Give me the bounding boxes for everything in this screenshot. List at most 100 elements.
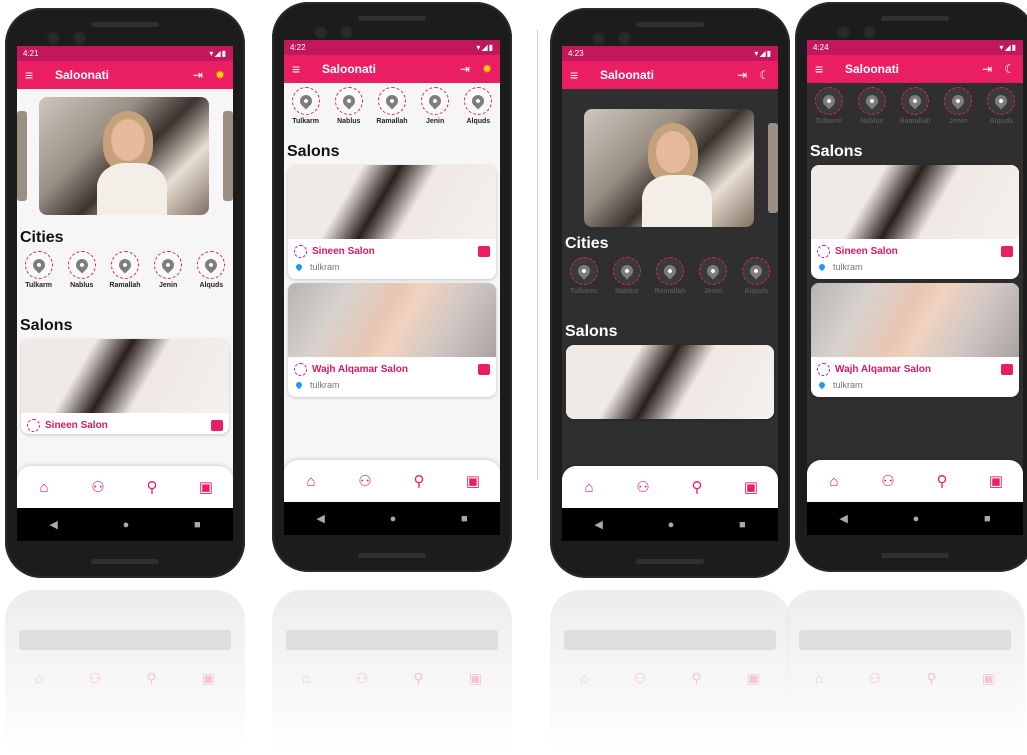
chat-icon[interactable] xyxy=(478,246,490,257)
search-icon[interactable]: ⚲ xyxy=(684,478,710,496)
menu-icon[interactable]: ≡ xyxy=(292,61,314,77)
recents-icon[interactable]: ■ xyxy=(461,513,468,525)
city-item[interactable]: Alquds xyxy=(981,87,1021,125)
salons-title: Salons xyxy=(810,143,863,160)
shopping-bag-icon[interactable]: ▣ xyxy=(193,478,219,496)
salon-card[interactable]: Sineen Salon xyxy=(21,339,229,434)
city-item[interactable]: Nablus xyxy=(852,87,892,125)
city-label: Nablus xyxy=(337,118,361,125)
city-item[interactable]: Jenin xyxy=(938,87,978,125)
search-icon[interactable]: ⚲ xyxy=(139,478,165,496)
earpiece xyxy=(91,22,159,27)
city-item[interactable]: Ramallah xyxy=(895,87,935,125)
recents-icon[interactable]: ■ xyxy=(984,513,991,525)
location-pin-icon xyxy=(159,256,177,274)
phone-reflection: ⌂ ⚇ ⚲ ▣ xyxy=(550,590,790,750)
chat-icon[interactable] xyxy=(478,364,490,375)
home-button-icon[interactable]: ● xyxy=(390,513,397,525)
moon-icon[interactable]: ☾ xyxy=(759,68,770,82)
city-label: Ramallah xyxy=(654,288,686,295)
city-item[interactable]: Ramallah xyxy=(105,251,145,289)
city-item[interactable]: Ramallah xyxy=(650,257,690,295)
city-item[interactable]: Tulkarm xyxy=(809,87,849,125)
home-icon[interactable]: ⌂ xyxy=(31,479,57,496)
home-icon[interactable]: ⌂ xyxy=(576,479,602,496)
salon-image xyxy=(288,165,496,239)
carousel[interactable] xyxy=(562,109,778,231)
back-icon[interactable]: ◀ xyxy=(316,512,324,525)
logout-icon[interactable]: ⇥ xyxy=(460,62,470,76)
person-icon[interactable]: ⚇ xyxy=(630,478,656,496)
bottom-nav: ⌂ ⚇ ⚲ ▣ xyxy=(284,460,500,502)
location-pin-icon xyxy=(294,380,304,390)
camera xyxy=(839,28,848,37)
status-time: 4:24 xyxy=(813,43,829,52)
menu-icon[interactable]: ≡ xyxy=(570,67,592,83)
back-icon[interactable]: ◀ xyxy=(594,518,602,531)
city-item[interactable]: Nablus xyxy=(62,251,102,289)
menu-icon[interactable]: ≡ xyxy=(815,61,837,77)
phone-reflection: ⌂ ⚇ ⚲ ▣ xyxy=(5,590,245,750)
menu-icon[interactable]: ≡ xyxy=(25,67,47,83)
chat-icon[interactable] xyxy=(1001,246,1013,257)
city-label: Tulkarm xyxy=(25,282,52,289)
salon-name: Sineen Salon xyxy=(312,246,375,257)
person-icon[interactable]: ⚇ xyxy=(85,478,111,496)
logout-icon[interactable]: ⇥ xyxy=(982,62,992,76)
moon-icon[interactable]: ☾ xyxy=(1004,62,1015,76)
sun-icon[interactable]: ✹ xyxy=(482,62,492,76)
recents-icon[interactable]: ■ xyxy=(194,519,201,531)
city-item[interactable]: Jenin xyxy=(693,257,733,295)
shopping-bag-icon[interactable]: ▣ xyxy=(460,472,486,490)
logout-icon[interactable]: ⇥ xyxy=(737,68,747,82)
status-bar: 4:24 ▾◢▮ xyxy=(807,40,1023,55)
location-pin-icon xyxy=(661,262,679,280)
city-item[interactable]: Tulkarm xyxy=(564,257,604,295)
salon-name: Sineen Salon xyxy=(45,420,108,431)
home-button-icon[interactable]: ● xyxy=(123,519,130,531)
city-item[interactable]: Jenin xyxy=(415,87,455,125)
carousel[interactable] xyxy=(17,97,233,219)
search-icon[interactable]: ⚲ xyxy=(929,472,955,490)
salon-name: Sineen Salon xyxy=(835,246,898,257)
city-item[interactable]: Ramallah xyxy=(372,87,412,125)
chat-icon[interactable] xyxy=(1001,364,1013,375)
chin xyxy=(636,559,704,564)
salon-card[interactable]: Wajh Alqamar Salon tulkram xyxy=(288,283,496,397)
city-item[interactable]: Nablus xyxy=(329,87,369,125)
city-label: Tulkarm xyxy=(570,288,597,295)
earpiece xyxy=(881,16,949,21)
logout-icon[interactable]: ⇥ xyxy=(193,68,203,82)
home-button-icon[interactable]: ● xyxy=(668,519,675,531)
city-item[interactable]: Alquds xyxy=(191,251,231,289)
back-icon[interactable]: ◀ xyxy=(49,518,57,531)
person-icon[interactable]: ⚇ xyxy=(352,472,378,490)
salon-card[interactable]: Wajh Alqamar Salon tulkram xyxy=(811,283,1019,397)
sun-icon[interactable]: ✹ xyxy=(215,68,225,82)
phone-reflection: ⌂ ⚇ ⚲ ▣ xyxy=(272,590,512,750)
app-bar: ≡ Saloonati ⇥ ☾ xyxy=(562,61,778,89)
back-icon[interactable]: ◀ xyxy=(839,512,847,525)
shopping-bag-icon[interactable]: ▣ xyxy=(738,478,764,496)
home-button-icon[interactable]: ● xyxy=(913,513,920,525)
salon-card[interactable] xyxy=(566,345,774,419)
shopping-bag-icon[interactable]: ▣ xyxy=(983,472,1009,490)
home-icon[interactable]: ⌂ xyxy=(821,473,847,490)
salon-card[interactable]: Sineen Salon tulkram xyxy=(288,165,496,279)
recents-icon[interactable]: ■ xyxy=(739,519,746,531)
city-item[interactable]: Jenin xyxy=(148,251,188,289)
cities-title: Cities xyxy=(20,229,64,246)
phone-3: 4:23 ▾◢▮ ≡ Saloonati ⇥ ☾ Cities Tulkarm N… xyxy=(550,8,790,578)
city-label: Alquds xyxy=(466,118,491,125)
city-item[interactable]: Alquds xyxy=(458,87,498,125)
chat-icon[interactable] xyxy=(211,420,223,431)
city-item[interactable]: Alquds xyxy=(736,257,776,295)
city-item[interactable]: Tulkarm xyxy=(19,251,59,289)
person-icon[interactable]: ⚇ xyxy=(875,472,901,490)
city-item[interactable]: Nablus xyxy=(607,257,647,295)
home-icon[interactable]: ⌂ xyxy=(298,473,324,490)
search-icon[interactable]: ⚲ xyxy=(406,472,432,490)
phone-reflection: ⌂ ⚇ ⚲ ▣ xyxy=(785,590,1025,750)
salon-card[interactable]: Sineen Salon tulkram xyxy=(811,165,1019,279)
city-item[interactable]: Tulkarm xyxy=(286,87,326,125)
